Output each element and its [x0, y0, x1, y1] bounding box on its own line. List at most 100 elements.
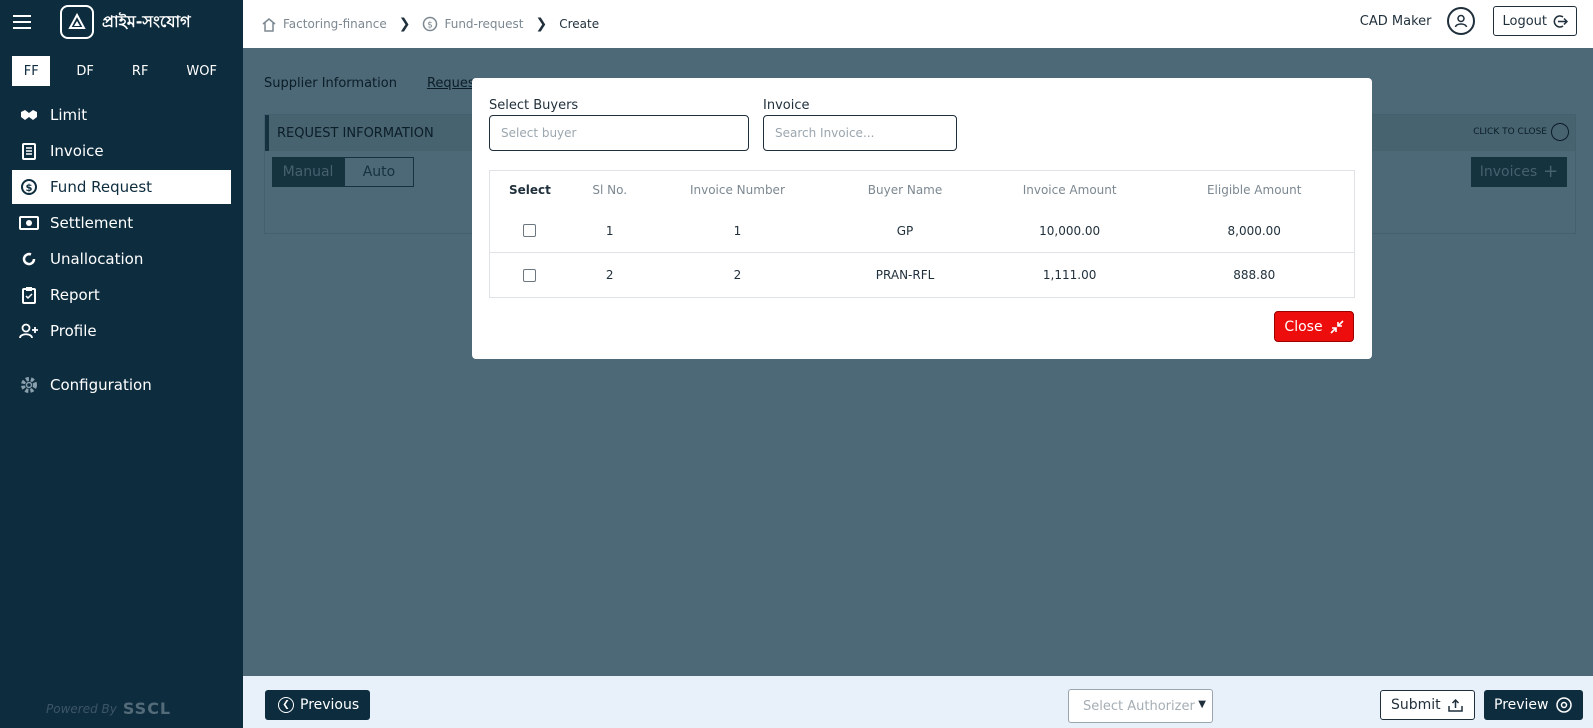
sidebar-item-fund-request[interactable]: $ Fund Request — [12, 170, 231, 204]
chevron-down-icon — [1551, 123, 1569, 141]
close-label: Close — [1284, 318, 1323, 335]
column-header-invoice-amount: Invoice Amount — [1022, 183, 1117, 197]
sidebar-item-configuration[interactable]: Configuration — [12, 368, 231, 402]
invoice-label: Invoice — [763, 98, 810, 113]
sidebar-item-label: Configuration — [50, 376, 152, 394]
buyer-name-cell: GP — [896, 223, 914, 238]
table-header-row: Select Sl No. Invoice Number Buyer Name … — [490, 171, 1354, 209]
powered-by: Powered By SSCL — [46, 699, 171, 718]
user-name: CAD Maker — [1359, 13, 1432, 29]
sidebar-item-label: Unallocation — [50, 250, 144, 268]
row-select-cell — [490, 268, 570, 282]
company-logo: SSCL — [122, 699, 172, 718]
chevron-down-icon: ▼ — [1198, 699, 1206, 710]
previous-label: Previous — [300, 697, 360, 713]
tab-supplier-information[interactable]: Supplier Information — [264, 76, 397, 91]
submit-button[interactable]: Submit — [1380, 690, 1475, 720]
breadcrumb: Factoring-finance ❯ $ Fund-request ❯ Cre… — [261, 16, 599, 32]
page-tabs: Supplier Information Reques — [264, 76, 505, 91]
eligible-amount-cell: 8,000.00 — [1227, 223, 1281, 238]
invoice-number-cell: 2 — [733, 268, 742, 282]
preview-label: Preview — [1494, 697, 1549, 713]
buyer-name-cell: PRAN-RFL — [875, 268, 935, 282]
gear-icon — [18, 374, 40, 396]
invoices-button[interactable]: Invoices + — [1471, 157, 1567, 187]
row-checkbox[interactable] — [523, 268, 537, 282]
breadcrumb-current: Create — [559, 17, 600, 31]
dollar-circle-icon: $ — [422, 16, 438, 32]
invoice-number-cell: 1 — [733, 223, 742, 238]
logout-button[interactable]: Logout — [1493, 6, 1577, 36]
tab-wof[interactable]: WOF — [174, 56, 229, 86]
click-to-close-label: CLICK TO CLOSE — [1473, 127, 1547, 137]
sidebar-item-label: Settlement — [50, 214, 134, 232]
upload-icon — [1447, 698, 1464, 713]
row-checkbox[interactable] — [523, 224, 537, 237]
tab-df[interactable]: DF — [64, 56, 106, 86]
user-plus-icon — [18, 320, 40, 342]
table-row[interactable]: 1 1 GP 10,000.00 8,000.00 — [490, 209, 1354, 253]
tab-request-information[interactable]: Reques — [427, 76, 475, 91]
handshake-icon — [18, 104, 40, 126]
column-header-select: Select — [508, 183, 551, 197]
powered-by-text: Powered By — [46, 701, 117, 716]
select-buyers-label: Select Buyers — [489, 98, 579, 113]
submit-label: Submit — [1391, 697, 1441, 713]
svg-text:$: $ — [428, 21, 434, 31]
sidebar-item-unallocation[interactable]: Unallocation — [12, 242, 231, 276]
eye-icon — [1555, 697, 1573, 713]
column-header-eligible-amount: Eligible Amount — [1206, 183, 1302, 197]
column-header-sl-no: Sl No. — [592, 183, 628, 197]
home-icon — [261, 17, 277, 32]
top-header: Factoring-finance ❯ $ Fund-request ❯ Cre… — [243, 0, 1593, 48]
preview-button[interactable]: Preview — [1484, 690, 1583, 720]
banknote-icon — [18, 212, 40, 234]
row-select-cell — [490, 224, 570, 237]
invoice-amount-cell: 10,000.00 — [1039, 223, 1101, 238]
column-header-invoice-number: Invoice Number — [689, 183, 785, 197]
invoices-button-label: Invoices — [1479, 164, 1538, 180]
brand-logo[interactable]: প্রাইম-সংযোগ — [60, 5, 191, 39]
product-tabs: FF DF RF WOF — [0, 56, 243, 86]
sidebar-item-report[interactable]: Report — [12, 278, 231, 312]
invoice-selection-modal: Select Buyers Invoice Select Sl No. Invo… — [472, 78, 1372, 359]
user-avatar-icon[interactable] — [1447, 7, 1476, 35]
authorizer-placeholder: Select Authorizer — [1083, 698, 1195, 714]
breadcrumb-home[interactable]: Factoring-finance — [261, 17, 387, 32]
authorizer-select[interactable]: Select Authorizer ▼ — [1068, 689, 1213, 723]
tab-ff[interactable]: FF — [12, 56, 51, 86]
select-buyers-field: Select Buyers — [489, 98, 749, 151]
sidebar-item-label: Report — [50, 286, 100, 304]
click-to-close-toggle[interactable]: CLICK TO CLOSE — [1473, 123, 1569, 141]
sl-no-cell: 1 — [605, 223, 614, 238]
collapse-arrows-icon — [1329, 319, 1344, 334]
logout-icon — [1553, 14, 1568, 29]
sidebar-item-label: Profile — [50, 322, 97, 340]
breadcrumb-section[interactable]: $ Fund-request — [422, 16, 524, 32]
sidebar-item-limit[interactable]: Limit — [12, 98, 231, 132]
close-button[interactable]: Close — [1274, 311, 1354, 342]
column-header-buyer-name: Buyer Name — [867, 183, 943, 197]
previous-button[interactable]: ❮ Previous — [265, 690, 371, 720]
auto-button[interactable]: Auto — [344, 157, 414, 187]
hamburger-menu-icon[interactable] — [0, 0, 44, 44]
breadcrumb-section-label: Fund-request — [444, 17, 524, 31]
manual-button[interactable]: Manual — [272, 157, 344, 187]
sidebar-item-invoice[interactable]: Invoice — [12, 134, 231, 168]
document-icon — [18, 140, 40, 162]
sidebar: প্রাইম-সংযোগ FF DF RF WOF Limit Invoice … — [0, 0, 243, 728]
select-buyer-input[interactable] — [489, 115, 749, 151]
sidebar-item-profile[interactable]: Profile — [12, 314, 231, 348]
eligible-amount-cell: 888.80 — [1233, 268, 1276, 282]
sidebar-item-settlement[interactable]: Settlement — [12, 206, 231, 240]
table-row[interactable]: 2 2 PRAN-RFL 1,111.00 888.80 — [490, 253, 1354, 297]
tab-rf[interactable]: RF — [120, 56, 161, 86]
brand-name: প্রাইম-সংযোগ — [102, 11, 191, 31]
invoice-table: Select Sl No. Invoice Number Buyer Name … — [489, 170, 1355, 298]
invoice-search-input[interactable] — [763, 115, 957, 151]
footer-bar: ❮ Previous Select Authorizer ▼ Submit Pr… — [243, 676, 1593, 728]
logout-label: Logout — [1502, 13, 1547, 29]
sidebar-nav: Limit Invoice $ Fund Request Settlement … — [0, 98, 243, 402]
sidebar-item-label: Limit — [50, 106, 88, 124]
logo-icon — [60, 5, 94, 39]
